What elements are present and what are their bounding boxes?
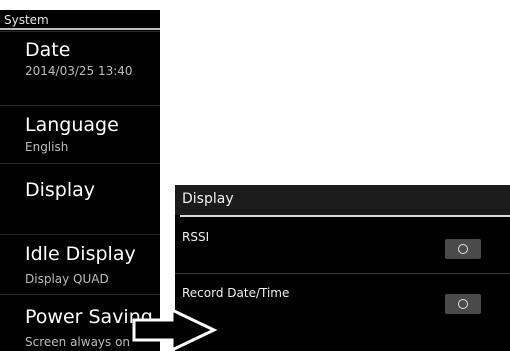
- toggle-off-icon: [458, 244, 468, 254]
- record-date-time-toggle[interactable]: [445, 294, 481, 314]
- settings-item-display-title: Display: [25, 179, 96, 201]
- row-divider: [175, 273, 510, 274]
- settings-item-date-value: 2014/03/25 13:40: [25, 64, 133, 78]
- settings-item-idle-display-value: Display QUAD: [25, 272, 109, 286]
- settings-item-language-value: English: [25, 140, 69, 154]
- display-settings-panel: Display RSSI Record Date/Time: [175, 185, 510, 351]
- screenshot-stage: System Date 2014/03/25 13:40 Language En…: [0, 0, 510, 351]
- system-settings-panel: System Date 2014/03/25 13:40 Language En…: [0, 10, 160, 351]
- settings-item-idle-display-title: Idle Display: [25, 243, 136, 265]
- settings-item-language[interactable]: Language English: [0, 105, 160, 163]
- display-header-title: Display: [182, 191, 234, 207]
- header-divider: [0, 28, 160, 30]
- settings-item-power-saving-value: Screen always on: [25, 335, 131, 349]
- toggle-off-icon: [458, 299, 468, 309]
- rssi-toggle[interactable]: [445, 239, 481, 259]
- right-arrow-icon: [132, 307, 218, 351]
- system-header: System: [0, 10, 160, 30]
- settings-item-date-title: Date: [25, 39, 71, 61]
- settings-item-display[interactable]: Display: [0, 163, 160, 234]
- rssi-label: RSSI: [182, 230, 210, 244]
- settings-item-idle-display[interactable]: Idle Display Display QUAD: [0, 234, 160, 295]
- system-header-label: System: [4, 13, 49, 27]
- display-header-divider: [180, 215, 510, 217]
- record-date-time-label: Record Date/Time: [182, 286, 290, 300]
- settings-item-date[interactable]: Date 2014/03/25 13:40: [0, 31, 160, 85]
- settings-item-language-title: Language: [25, 114, 119, 136]
- display-header: Display: [175, 185, 510, 215]
